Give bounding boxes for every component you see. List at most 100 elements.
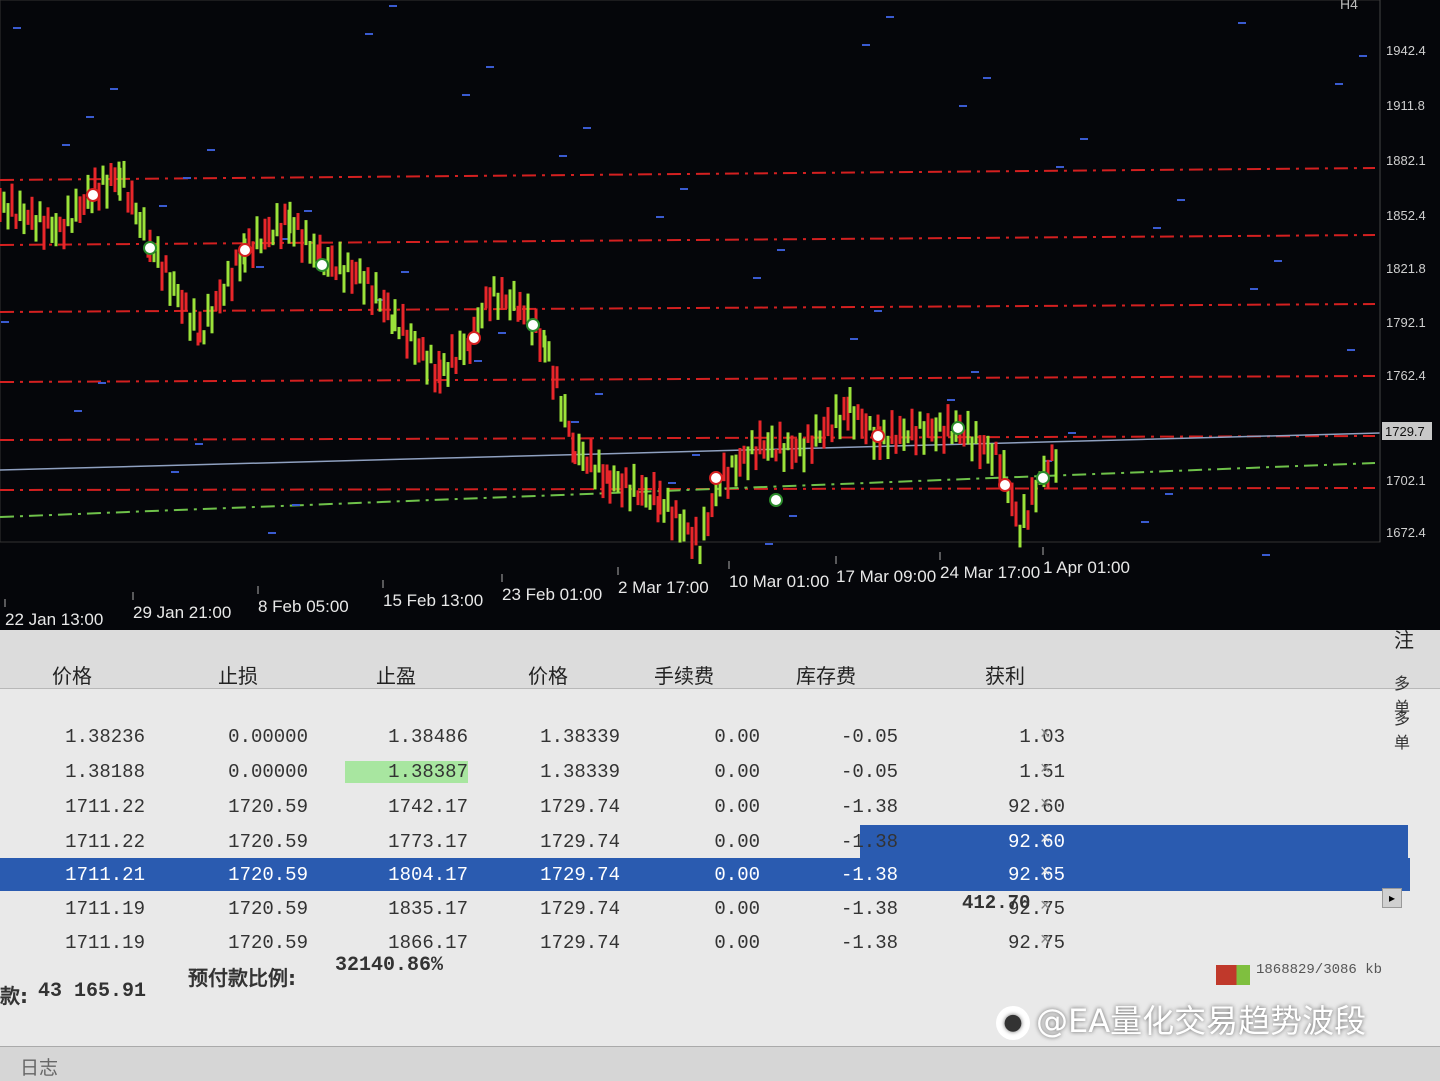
trade-arrow-icon[interactable] <box>526 318 540 332</box>
cell-profit: 1.03 <box>1019 726 1065 748</box>
close-order-icon[interactable]: × <box>1040 758 1051 779</box>
cell-commission: 0.00 <box>714 864 760 886</box>
close-order-icon[interactable]: × <box>1040 895 1051 916</box>
cell-profit: 92.65 <box>1007 864 1065 886</box>
price-axis-label: 1942.4 <box>1386 43 1426 58</box>
cell-swap: -1.38 <box>840 898 898 920</box>
indicator-dot <box>1359 55 1367 57</box>
table-row[interactable]: 1711.19 1720.59 1835.17 1729.74 0.00 -1.38 92.… <box>0 892 1410 925</box>
indicator-dot <box>62 144 70 146</box>
trade-arrow-icon[interactable] <box>709 471 723 485</box>
table-row[interactable]: 1711.19 1720.59 1866.17 1729.74 0.00 -1.38 92.… <box>0 926 1410 959</box>
col-profit[interactable]: 获利 <box>985 660 1025 689</box>
cell-price2: 1729.74 <box>540 831 620 853</box>
cell-commission: 0.00 <box>714 796 760 818</box>
cell-commission: 0.00 <box>714 932 760 954</box>
col-price-current[interactable]: 价格 <box>528 660 568 689</box>
scroll-right-button[interactable]: ▸ <box>1382 888 1402 908</box>
indicator-dot <box>874 310 882 312</box>
cell-price2: 1729.74 <box>540 796 620 818</box>
indicator-dot <box>692 454 700 456</box>
trade-arrow-icon[interactable] <box>315 258 329 272</box>
indicator-dot <box>1056 166 1064 168</box>
table-row[interactable]: 1.38236 0.00000 1.38486 1.38339 0.00 -0.05 1.0… <box>0 674 1410 753</box>
indicator-dot <box>1177 199 1185 201</box>
cell-commission: 0.00 <box>714 726 760 748</box>
balance-label: 款: <box>0 984 28 1008</box>
col-comment[interactable]: 注 <box>1394 624 1414 653</box>
trade-arrow-icon[interactable] <box>467 331 481 345</box>
price-axis-label: 1821.8 <box>1386 261 1426 276</box>
table-row[interactable]: 1711.221720.591773.171729.740.00-1.3892.… <box>860 825 1408 858</box>
indicator-dot <box>947 399 955 401</box>
col-swap[interactable]: 库存费 <box>796 660 856 689</box>
price-axis-label: 1672.4 <box>1386 525 1426 540</box>
trade-arrow-icon[interactable] <box>143 241 157 255</box>
cell-price: 1711.19 <box>65 898 145 920</box>
trade-arrow-icon[interactable] <box>1036 471 1050 485</box>
time-axis-label: 23 Feb 01:00 <box>502 585 602 604</box>
indicator-dot <box>959 105 967 107</box>
trade-arrow-icon[interactable] <box>86 188 100 202</box>
indicator-dot <box>789 515 797 517</box>
trade-arrow-icon[interactable] <box>998 478 1012 492</box>
indicator-dot <box>862 44 870 46</box>
close-order-icon[interactable]: × <box>1040 861 1051 882</box>
cell-swap: -0.05 <box>840 726 898 748</box>
col-take-profit[interactable]: 止盈 <box>376 660 416 689</box>
price-axis-label: 1702.1 <box>1386 473 1426 488</box>
indicator-dot <box>207 149 215 151</box>
indicator-dot <box>304 210 312 212</box>
close-order-icon[interactable]: × <box>1040 723 1051 744</box>
cell-tp: 1804.17 <box>388 864 468 886</box>
close-order-icon[interactable]: × <box>1040 929 1051 950</box>
col-commission[interactable]: 手续费 <box>654 660 714 689</box>
table-row[interactable]: 1711.21 1720.59 1804.17 1729.74 0.00 -1.38 92.… <box>0 858 1410 891</box>
price-chart[interactable]: 1942.4 1911.8 1882.1 1852.4 1821.8 1792.1 1762… <box>0 0 1440 630</box>
margin-level-label: 预付款比例: <box>188 966 296 990</box>
indicator-dot <box>971 371 979 373</box>
indicator-dot <box>983 77 991 79</box>
chart-title: H4 <box>1340 0 1358 12</box>
cell-price2: 1729.74 <box>540 932 620 954</box>
trade-arrow-icon[interactable] <box>951 421 965 435</box>
table-row[interactable]: 1711.22 1720.59 1742.17 1729.74 0.00 -1.38 92.… <box>0 790 1410 823</box>
price-axis-label: 1911.8 <box>1386 98 1425 113</box>
indicator-dot <box>98 382 106 384</box>
order-comment: 多单 <box>1393 709 1410 752</box>
time-axis-label: 8 Feb 05:00 <box>258 597 349 616</box>
cell-sl: 1720.59 <box>228 898 308 920</box>
indicator-dot <box>389 5 397 7</box>
cell-price: 1711.19 <box>65 932 145 954</box>
col-price[interactable]: 价格 <box>52 660 92 689</box>
cell-tp: 1742.17 <box>388 796 468 818</box>
cell-sl: 1720.59 <box>228 932 308 954</box>
cell-swap: -0.05 <box>840 761 898 783</box>
indicator-dot <box>1262 554 1270 556</box>
table-row-left[interactable]: 1711.22 1720.59 1773.17 1729.74 0.00 -1.38 <box>0 825 898 858</box>
trade-arrow-icon[interactable] <box>238 243 252 257</box>
close-order-icon[interactable]: × <box>1040 828 1051 849</box>
cell-price: 1.38236 <box>65 726 145 748</box>
tab-journal[interactable]: 日志 <box>20 1053 58 1080</box>
indicator-dot <box>850 338 858 340</box>
indicator-dot <box>753 277 761 279</box>
indicator-dot <box>195 443 203 445</box>
balance-value: 43 165.91 <box>38 980 147 1003</box>
cell-sl: 1720.59 <box>228 864 308 886</box>
level-line <box>0 303 1376 313</box>
cell-tp: 1835.17 <box>388 898 468 920</box>
chart-canvas[interactable]: 1942.4 1911.8 1882.1 1852.4 1821.8 1792.1 1762… <box>0 0 1440 630</box>
col-stop-loss[interactable]: 止损 <box>218 660 258 689</box>
cell-profit: 1.51 <box>1019 761 1065 783</box>
cell-tp: 1866.17 <box>388 932 468 954</box>
trade-arrow-icon[interactable] <box>871 429 885 443</box>
trade-arrow-icon[interactable] <box>769 493 783 507</box>
table-row[interactable]: 1.38188 0.00000 1.38387 1.38339 0.00 -0.05 1.5… <box>0 709 1410 788</box>
close-order-icon[interactable]: × <box>1040 793 1051 814</box>
cell-price: 1711.21 <box>65 864 145 886</box>
level-line <box>0 167 1376 181</box>
cell-swap: -1.38 <box>840 932 898 954</box>
cell-profit: 92.60 <box>1007 796 1065 818</box>
weibo-logo-icon: ● <box>996 1006 1030 1040</box>
